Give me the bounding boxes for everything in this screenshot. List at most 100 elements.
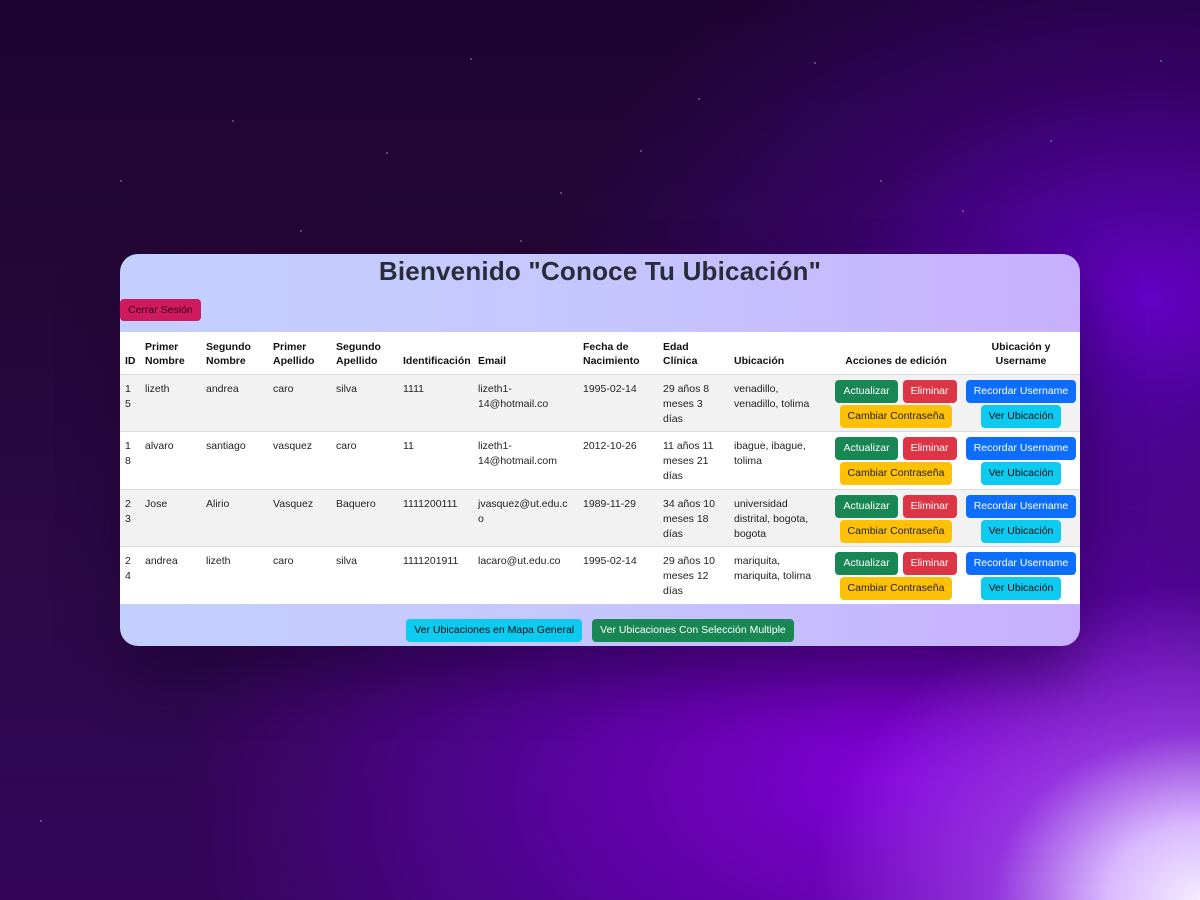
header-fecha-nacimiento: Fecha de Nacimiento <box>583 340 640 367</box>
cell-segundo-apellido: Baquero <box>336 497 376 510</box>
background-star <box>386 152 388 154</box>
cell-fecha-nacimiento: 1989-11-29 <box>583 497 636 510</box>
remember-username-button[interactable]: Recordar Username <box>965 552 1077 575</box>
logout-button[interactable]: Cerrar Sesión <box>120 299 201 321</box>
update-button[interactable]: Actualizar <box>835 379 898 403</box>
background-star <box>880 180 882 182</box>
background-star <box>120 180 122 182</box>
cell-segundo-apellido: silva <box>336 555 358 567</box>
background-star <box>520 240 522 242</box>
cell-segundo-nombre: lizeth <box>206 555 231 567</box>
cell-id: 23 <box>125 497 131 525</box>
cell-fecha-nacimiento: 1995-02-14 <box>583 382 637 395</box>
cell-ubicacion: venadillo, venadillo, tolima <box>734 382 810 410</box>
cell-id: 15 <box>125 382 131 410</box>
cell-identificacion: 1111 <box>403 382 425 395</box>
header-id: ID <box>125 354 136 367</box>
view-location-button[interactable]: Ver Ubicación <box>980 519 1062 543</box>
header-primer-apellido: Primer Apellido <box>273 340 315 367</box>
remember-username-button[interactable]: Recordar Username <box>965 494 1077 518</box>
cell-edit-actions: Actualizar Eliminar Cambiar Contraseña <box>830 432 962 490</box>
cell-email: jvasquez@ut.edu.co <box>478 497 568 525</box>
cell-ubicacion: ibague, ibague, tolima <box>734 440 806 467</box>
remember-username-button[interactable]: Recordar Username <box>965 379 1077 403</box>
cell-identificacion: 1111201911 <box>403 555 459 567</box>
footer-actions: Ver Ubicaciones en Mapa General Ver Ubic… <box>120 619 1080 642</box>
cell-edit-actions: Actualizar Eliminar Cambiar Contraseña <box>830 374 962 432</box>
header-segundo-nombre: Segundo Nombre <box>206 340 251 367</box>
cell-fecha-nacimiento: 2012-10-26 <box>583 440 637 452</box>
cell-primer-apellido: caro <box>273 555 294 567</box>
cell-primer-nombre: andrea <box>145 555 178 567</box>
background-star <box>40 820 42 822</box>
header-primer-nombre: Primer Nombre <box>145 340 185 367</box>
main-card: Bienvenido "Conoce Tu Ubicación" Cerrar … <box>120 254 1080 646</box>
header-edad-clinica: Edad Clínica <box>663 340 698 367</box>
cell-edad-clinica: 29 años 10 meses 12 días <box>663 555 715 597</box>
background-star <box>814 62 816 64</box>
header-email: Email <box>478 354 507 367</box>
background-star <box>470 58 472 60</box>
header-segundo-apellido: Segundo Apellido <box>336 340 381 367</box>
change-password-button[interactable]: Cambiar Contraseña <box>839 577 953 600</box>
cell-email: lizeth1-14@hotmail.co <box>478 382 549 410</box>
table-row: 24 andrea lizeth caro silva 1111201911 l… <box>120 546 1080 605</box>
delete-button[interactable]: Eliminar <box>902 437 957 460</box>
cell-edad-clinica: 11 años 11 meses 21 días <box>663 440 714 482</box>
background-star <box>232 120 234 122</box>
remember-username-button[interactable]: Recordar Username <box>965 437 1077 460</box>
view-multi-select-button[interactable]: Ver Ubicaciones Con Selección Multiple <box>592 619 794 642</box>
table-header-row: ID Primer Nombre Segundo Nombre Primer A… <box>120 332 1080 374</box>
view-location-button[interactable]: Ver Ubicación <box>980 404 1062 428</box>
cell-primer-apellido: vasquez <box>273 440 313 452</box>
change-password-button[interactable]: Cambiar Contraseña <box>839 462 953 485</box>
cell-id: 24 <box>125 555 131 582</box>
background-star <box>300 230 302 232</box>
header-acciones-edicion: Acciones de edición <box>845 354 947 367</box>
cell-edit-actions: Actualizar Eliminar Cambiar Contraseña <box>830 547 962 605</box>
update-button[interactable]: Actualizar <box>835 437 898 460</box>
background-star <box>698 98 700 100</box>
cell-ubicacion: universidad distrital, bogota, bogota <box>734 497 809 540</box>
change-password-button[interactable]: Cambiar Contraseña <box>839 404 953 428</box>
cell-edad-clinica: 34 años 10 meses 18 días <box>663 497 715 540</box>
table-row: 18 alvaro santiago vasquez caro 11 lizet… <box>120 431 1080 490</box>
change-password-button[interactable]: Cambiar Contraseña <box>839 519 953 543</box>
delete-button[interactable]: Eliminar <box>902 494 957 518</box>
cell-identificacion: 11 <box>403 440 414 452</box>
cell-edit-actions: Actualizar Eliminar Cambiar Contraseña <box>830 489 962 547</box>
view-location-button[interactable]: Ver Ubicación <box>980 462 1062 485</box>
cell-location-actions: Recordar Username Ver Ubicación <box>962 374 1080 432</box>
background-star <box>962 210 964 212</box>
table-row: 23 Jose Alirio Vasquez Baquero 111120011… <box>120 489 1080 547</box>
header-ubicacion-username: Ubicación y Username <box>991 340 1051 367</box>
cell-primer-apellido: Vasquez <box>273 497 314 510</box>
cell-email: lacaro@ut.edu.co <box>478 555 561 567</box>
delete-button[interactable]: Eliminar <box>902 552 957 575</box>
cell-primer-apellido: caro <box>273 382 294 395</box>
cell-location-actions: Recordar Username Ver Ubicación <box>962 489 1080 547</box>
cell-location-actions: Recordar Username Ver Ubicación <box>962 432 1080 490</box>
header-ubicacion: Ubicación <box>734 354 785 367</box>
background-star <box>640 150 642 152</box>
page-title: Bienvenido "Conoce Tu Ubicación" <box>378 256 822 286</box>
view-location-button[interactable]: Ver Ubicación <box>980 577 1062 600</box>
cell-fecha-nacimiento: 1995-02-14 <box>583 555 637 567</box>
cell-identificacion: 1111200111 <box>403 497 458 510</box>
background-star <box>1050 140 1052 142</box>
cell-segundo-apellido: caro <box>336 440 357 452</box>
cell-segundo-nombre: andrea <box>206 382 239 395</box>
update-button[interactable]: Actualizar <box>835 552 898 575</box>
cell-edad-clinica: 29 años 8 meses 3 días <box>663 382 710 425</box>
update-button[interactable]: Actualizar <box>835 494 898 518</box>
cell-email: lizeth1-14@hotmail.com <box>478 440 557 467</box>
cell-primer-nombre: alvaro <box>145 440 174 452</box>
cell-primer-nombre: Jose <box>145 497 168 510</box>
cell-id: 18 <box>125 440 131 467</box>
cell-location-actions: Recordar Username Ver Ubicación <box>962 547 1080 605</box>
header-identificacion: Identificación <box>403 354 471 367</box>
cell-ubicacion: mariquita, mariquita, tolima <box>734 555 812 582</box>
delete-button[interactable]: Eliminar <box>902 379 957 403</box>
users-table: ID Primer Nombre Segundo Nombre Primer A… <box>120 332 1080 604</box>
view-map-general-button[interactable]: Ver Ubicaciones en Mapa General <box>406 619 583 642</box>
